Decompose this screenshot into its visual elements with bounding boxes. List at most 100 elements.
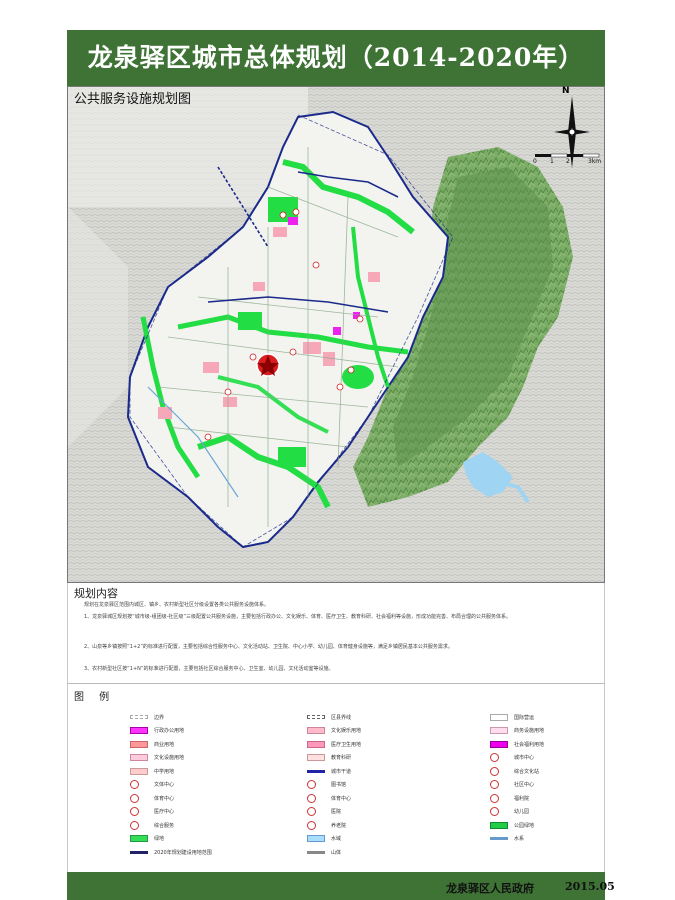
- legend-item: 图书馆: [307, 780, 346, 790]
- legend-swatch: [307, 727, 325, 734]
- legend-label: 水系: [514, 836, 525, 842]
- legend-item: 文化设施用地: [130, 753, 184, 763]
- legend-swatch: [307, 740, 325, 748]
- paragraph-rural: 3、农村新型社区按“1+N”的标准进行配置，主要包括社区综合服务中心、卫生室、幼…: [84, 666, 334, 672]
- paragraph-towns: 2、山泉等乡镇按照“1+2”的标准进行配置，主要包括综合性服务中心、文化活动站、…: [84, 644, 453, 650]
- legend-label: 幼儿园: [514, 809, 530, 815]
- legend-label: 福利院: [514, 795, 530, 802]
- legend-item: 体育中心: [130, 793, 174, 803]
- legend-label: 区县界线: [331, 714, 352, 721]
- paragraph-intro: 规划在龙泉驿区范围内城区、镇乡、农村新型社区分级设置各类公共服务设施体系。: [84, 602, 270, 608]
- scale-label-1: 1: [550, 158, 554, 165]
- legend-swatch: [307, 715, 325, 719]
- legend-swatch: [490, 821, 508, 829]
- legend-item: 2020年规划建设用地范围: [130, 847, 212, 857]
- legend-label: 山体: [331, 849, 342, 856]
- legend-label: 医疗卫生用地: [331, 741, 362, 748]
- legend-swatch: [307, 850, 325, 854]
- legend-item: 商业用地: [130, 739, 174, 749]
- legend-swatch: [130, 740, 148, 748]
- legend-label: 公园绿地: [514, 822, 535, 829]
- legend-item: 养老院: [307, 820, 346, 830]
- city-center-marker: [256, 353, 280, 377]
- legend-item: 医院: [307, 807, 341, 817]
- legend-label: 教育科研: [331, 755, 352, 761]
- legend-swatch: [130, 754, 148, 761]
- issuer-label: 龙泉驿区人民政府: [446, 882, 534, 895]
- legend-item: 绿地: [130, 834, 164, 844]
- legend-label: 体育中心: [331, 795, 352, 802]
- map-viewport[interactable]: [67, 86, 605, 583]
- legend-label: 商务设施用地: [514, 728, 545, 734]
- legend-label: 文化娱乐用地: [331, 728, 362, 734]
- legend-label: 社会福利用地: [514, 741, 545, 748]
- legend-label: 社区中心: [514, 782, 535, 788]
- legend-swatch: [490, 793, 499, 803]
- legend-swatch: [307, 754, 325, 761]
- legend-item: 文化娱乐用地: [307, 726, 361, 736]
- legend-swatch: [490, 740, 508, 748]
- legend-item: 国际营运: [490, 712, 534, 722]
- legend-item: 幼儿园: [490, 807, 529, 817]
- legend-item: 社区中心: [490, 780, 534, 790]
- legend-label: 2020年规划建设用地范围: [154, 849, 212, 856]
- legend-label: 图书馆: [331, 782, 347, 788]
- legend-item: 商务设施用地: [490, 726, 544, 736]
- legend-item: 山体: [307, 847, 341, 857]
- legend-swatch: [130, 807, 139, 816]
- legend-swatch: [130, 793, 139, 803]
- legend-divider: [67, 683, 605, 684]
- commercial-block-4: [203, 362, 219, 373]
- park-center: [238, 312, 262, 330]
- legend-heading: 图 例: [74, 692, 116, 703]
- legend-label: 综合服务: [154, 822, 175, 829]
- legend-item: 公园绿地: [490, 820, 534, 830]
- legend-swatch: [130, 727, 148, 734]
- legend-item: 中学用地: [130, 766, 174, 776]
- legend-item: 社会福利用地: [490, 739, 544, 749]
- legend-swatch: [130, 767, 148, 775]
- legend-item: 区县界线: [307, 712, 351, 722]
- legend-item: 教育科研: [307, 753, 351, 763]
- legend-item: 城市中心: [490, 753, 534, 763]
- scale-label-2: 2: [566, 158, 570, 165]
- commercial-block-6: [368, 272, 380, 282]
- legend-label: 养老院: [331, 822, 347, 829]
- legend-item: 综合文化站: [490, 766, 539, 776]
- legend-swatch: [490, 766, 499, 776]
- legend-swatch: [307, 793, 316, 803]
- legend-swatch: [490, 780, 499, 789]
- legend-item: 医疗卫生用地: [307, 739, 361, 749]
- legend-swatch: [130, 820, 139, 830]
- scale-label-0: 0: [533, 158, 537, 165]
- legend-swatch: [490, 807, 499, 816]
- legend-swatch: [490, 713, 508, 721]
- legend-swatch: [130, 715, 148, 719]
- legend-label: 行政办公用地: [154, 728, 185, 734]
- page-title: 龙泉驿区城市总体规划（2014-2020年）: [67, 30, 605, 86]
- legend-swatch: [490, 837, 508, 840]
- legend-label: 医疗中心: [154, 809, 175, 815]
- park-east: [342, 365, 374, 389]
- legend-label: 中学用地: [154, 768, 175, 775]
- commercial-block-2: [303, 342, 321, 354]
- legend-item: 边界: [130, 712, 164, 722]
- commercial-block-8: [253, 282, 265, 291]
- legend-item: 城市干道: [307, 766, 351, 776]
- legend-swatch: [307, 820, 316, 830]
- commercial-block-1: [273, 227, 287, 237]
- legend-label: 商业用地: [154, 741, 175, 748]
- legend-swatch: [307, 780, 316, 789]
- legend-label: 医院: [331, 809, 342, 815]
- commercial-block-3: [323, 352, 335, 366]
- legend-label: 边界: [154, 714, 165, 721]
- admin-block-2: [333, 327, 341, 335]
- legend-swatch: [130, 780, 139, 789]
- planning-map: [68, 87, 604, 582]
- map-subtitle: 公共服务设施规划图: [74, 92, 192, 107]
- legend-item: 行政办公用地: [130, 726, 184, 736]
- legend-label: 综合文化站: [514, 768, 540, 775]
- park-south: [278, 447, 306, 467]
- legend-label: 国际营运: [514, 714, 535, 721]
- legend-item: 综合服务: [130, 820, 174, 830]
